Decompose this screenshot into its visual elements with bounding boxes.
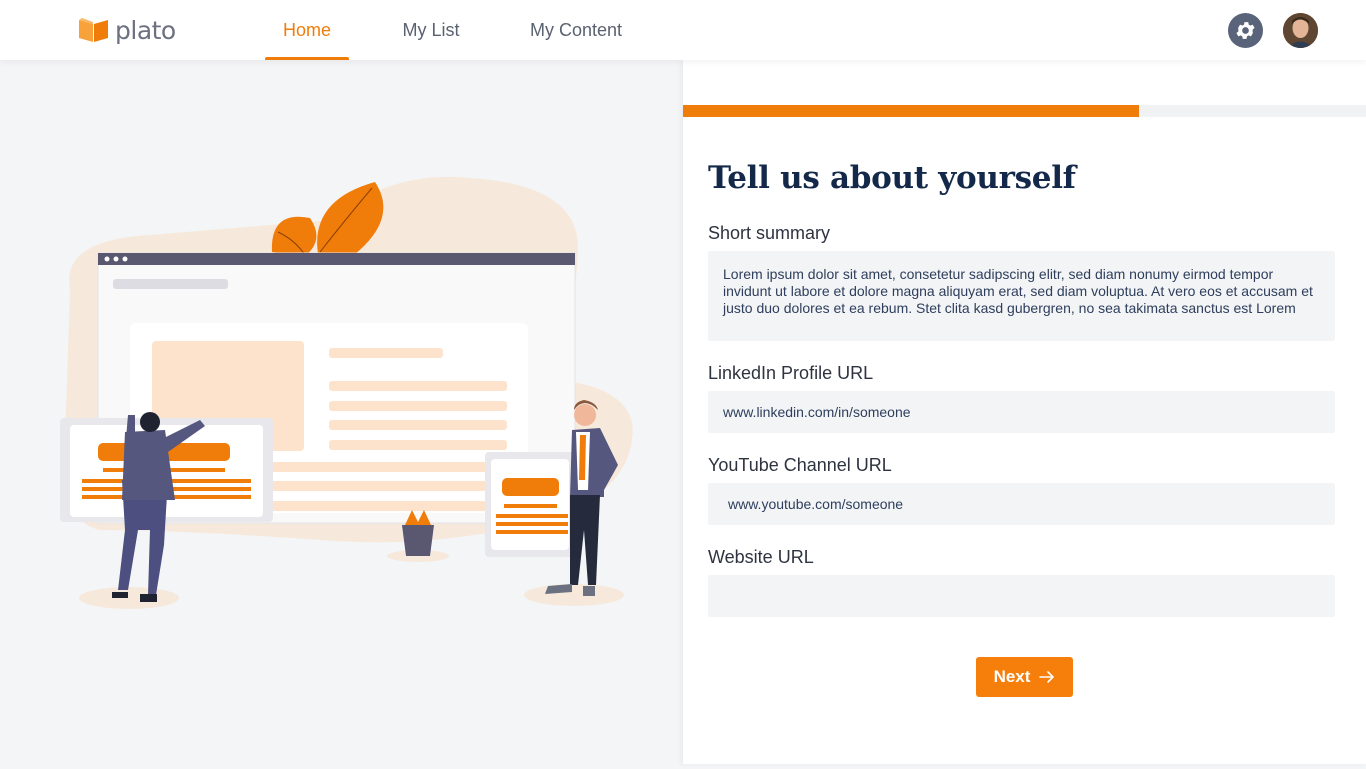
- arrow-right-icon: [1039, 671, 1055, 683]
- youtube-input[interactable]: www.youtube.com/someone: [708, 483, 1335, 525]
- summary-textarea[interactable]: Lorem ipsum dolor sit amet, consetetur s…: [708, 251, 1335, 341]
- gear-icon: [1236, 22, 1255, 39]
- profile-form-panel: Tell us about yourself Short summary Lor…: [683, 60, 1366, 764]
- progress-bar: [683, 105, 1366, 117]
- illustration-panel: [0, 60, 683, 764]
- website-label: Website URL: [708, 547, 814, 567]
- next-button-label: Next: [993, 667, 1031, 686]
- book-logo-icon: [79, 18, 108, 42]
- team-presentation-illustration: [60, 176, 633, 609]
- user-avatar[interactable]: [1283, 13, 1318, 48]
- summary-label: Short summary: [708, 223, 831, 243]
- tab-home[interactable]: Home: [265, 0, 349, 60]
- settings-button[interactable]: [1228, 13, 1263, 48]
- top-navbar: plato Home My List My Content: [0, 0, 1366, 60]
- youtube-label: YouTube Channel URL: [708, 455, 892, 475]
- next-button[interactable]: Next: [976, 657, 1073, 697]
- form-title: Tell us about yourself: [708, 160, 1076, 196]
- tab-my-list[interactable]: My List: [392, 0, 470, 60]
- linkedin-input[interactable]: www.linkedin.com/in/someone: [708, 391, 1335, 433]
- avatar-image: [1283, 13, 1318, 48]
- tab-my-content[interactable]: My Content: [520, 0, 632, 60]
- progress-fill: [683, 105, 1139, 117]
- website-input[interactable]: [708, 575, 1335, 617]
- linkedin-label: LinkedIn Profile URL: [708, 363, 874, 383]
- app-name: plato: [115, 15, 176, 45]
- plato-logo[interactable]: plato: [78, 14, 176, 46]
